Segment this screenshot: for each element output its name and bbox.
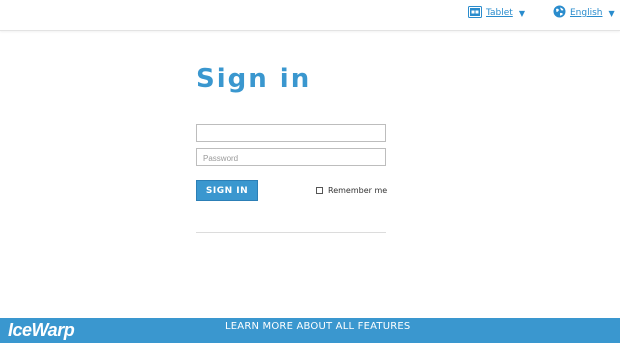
username-field[interactable]	[196, 124, 386, 142]
view-mode-selector[interactable]: Tablet ▼	[468, 5, 525, 21]
language-selector[interactable]: English ▼	[553, 5, 615, 21]
password-field[interactable]	[196, 148, 386, 166]
sign-in-button[interactable]: SIGN IN	[196, 180, 258, 201]
chevron-down-icon[interactable]: ▼	[609, 9, 615, 18]
language-label[interactable]: English	[570, 8, 603, 18]
remember-me[interactable]: Remember me	[316, 186, 387, 195]
footer-bar: IceWarp LEARN MORE ABOUT ALL FEATURES	[0, 318, 620, 343]
learn-more-link[interactable]: LEARN MORE ABOUT ALL FEATURES	[225, 321, 410, 332]
divider	[196, 232, 386, 233]
globe-icon	[553, 5, 566, 21]
page-title: Sign in	[196, 64, 312, 94]
remember-me-checkbox[interactable]	[316, 187, 323, 194]
tablet-icon	[468, 5, 482, 21]
icewarp-logo[interactable]: IceWarp	[8, 320, 75, 341]
view-mode-label[interactable]: Tablet	[486, 8, 513, 18]
remember-me-label: Remember me	[328, 186, 388, 195]
login-page: Tablet ▼ English ▼ Sign in SIGN IN Remem…	[0, 0, 620, 343]
top-bar: Tablet ▼ English ▼	[0, 0, 620, 31]
chevron-down-icon[interactable]: ▼	[519, 9, 525, 18]
